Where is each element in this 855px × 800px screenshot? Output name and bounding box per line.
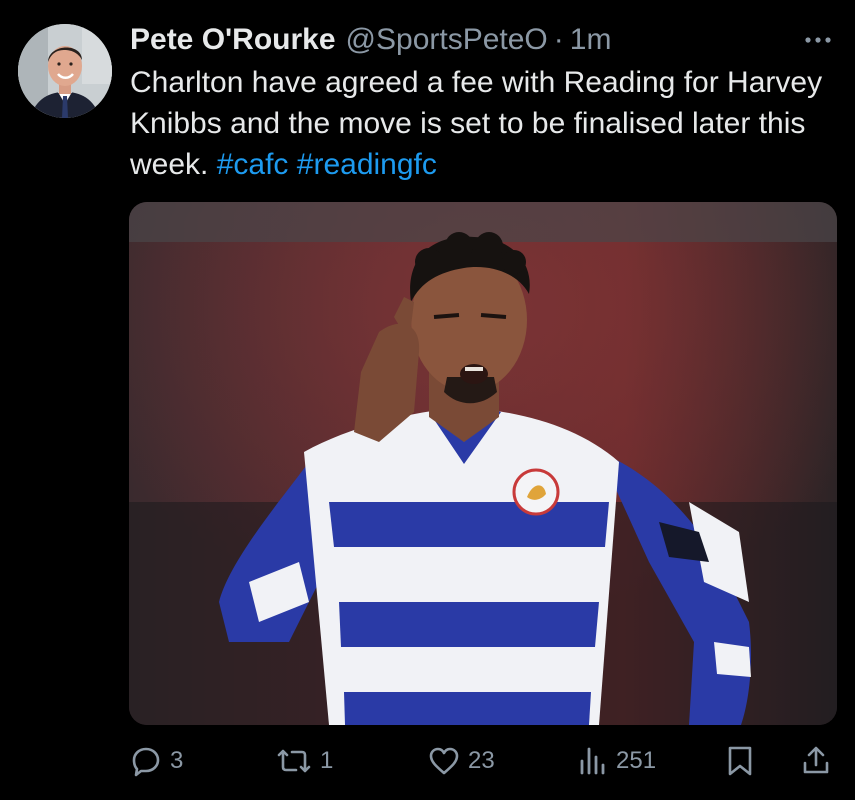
sponsor-subtext: LEASING [401, 588, 501, 605]
reply-icon [132, 747, 160, 777]
share-icon [803, 746, 829, 774]
like-count: 23 [468, 747, 495, 774]
repost-count: 1 [320, 747, 334, 774]
tweet-header: Pete O'Rourke @SportsPeteO · 1m [130, 20, 611, 60]
tweet-photo[interactable]: SELECT CAR LEASING [129, 202, 837, 725]
tweet[interactable]: Pete O'Rourke @SportsPeteO · 1m Charlton… [0, 0, 855, 800]
tweet-text: Charlton have agreed a fee with Reading … [130, 62, 830, 185]
separator-dot: · [553, 23, 564, 56]
heart-icon [429, 747, 459, 775]
sponsor-text: SELECT CAR [362, 555, 541, 586]
display-name[interactable]: Pete O'Rourke [130, 20, 336, 60]
hashtag-cafc[interactable]: #cafc [217, 148, 289, 181]
more-button[interactable] [800, 28, 836, 52]
repost-button[interactable]: 1 [276, 738, 333, 784]
views-button[interactable]: 251 [578, 738, 656, 784]
tweet-action-bar: 3 1 23 251 [0, 738, 855, 788]
hashtag-readingfc[interactable]: #readingfc [297, 148, 437, 181]
share-button[interactable] [800, 738, 832, 784]
bookmark-button[interactable] [726, 738, 754, 784]
views-icon [580, 747, 605, 775]
user-handle[interactable]: @SportsPeteO [346, 20, 548, 60]
avatar-image [18, 24, 112, 118]
like-button[interactable]: 23 [428, 738, 495, 784]
repost-icon [277, 749, 311, 773]
avatar[interactable] [18, 24, 112, 118]
views-count: 251 [616, 747, 657, 774]
bookmark-icon [728, 746, 752, 776]
reply-button[interactable]: 3 [130, 738, 183, 784]
photo-image: SELECT CAR LEASING [129, 202, 837, 725]
reply-count: 3 [170, 747, 184, 774]
more-icon [805, 37, 831, 43]
timestamp[interactable]: 1m [570, 20, 612, 60]
